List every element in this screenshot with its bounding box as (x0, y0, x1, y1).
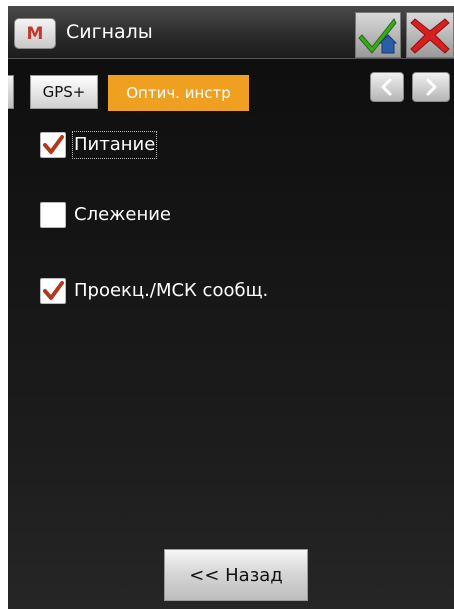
projection-label: Проекц./МСК сообщ. (74, 280, 269, 301)
cancel-button[interactable] (406, 12, 454, 58)
option-projection-msk-messages[interactable]: Проекц./МСК сообщ. (40, 276, 268, 306)
power-checkbox[interactable] (40, 132, 66, 158)
chevron-right-icon (426, 78, 437, 96)
option-tracking[interactable]: Слежение (40, 200, 171, 230)
ok-button[interactable] (355, 12, 401, 58)
app-icon-letter: M (26, 23, 44, 44)
app-menu-icon[interactable]: M (14, 18, 56, 49)
title-bar: M Сигналы (8, 6, 454, 59)
projection-checkbox[interactable] (40, 278, 66, 304)
tracking-label: Слежение (74, 204, 171, 225)
back-button[interactable]: << Назад (164, 549, 308, 601)
tab-next-button[interactable] (412, 72, 450, 102)
option-power[interactable]: Питание (40, 130, 158, 160)
red-x-icon (410, 18, 450, 54)
tab-prev-button[interactable] (370, 72, 404, 102)
tab-previous-stub[interactable] (8, 75, 14, 109)
check-icon (43, 135, 64, 154)
power-label: Питание (71, 131, 158, 159)
check-icon (43, 281, 64, 300)
tab-optical-instrument[interactable]: Оптич. инстр (108, 75, 249, 111)
tab-gps[interactable]: GPS+ (30, 75, 98, 109)
check-house-icon (358, 18, 398, 54)
screen: M Сигналы GPS+ Оптич. инстр Питание Слеж… (8, 6, 454, 609)
chevron-left-icon (381, 78, 392, 96)
tracking-checkbox[interactable] (40, 202, 66, 228)
window-title: Сигналы (66, 21, 153, 43)
